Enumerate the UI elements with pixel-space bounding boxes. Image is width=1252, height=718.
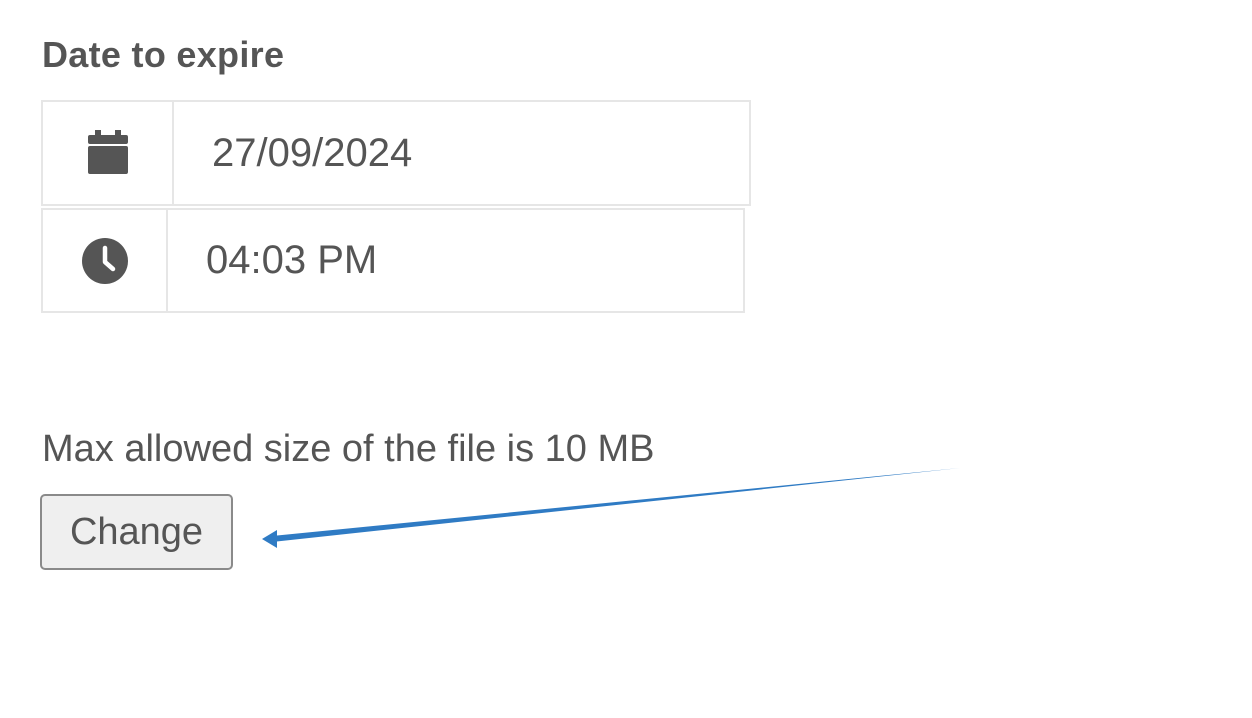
annotation-arrow — [262, 468, 960, 548]
arrow-shaft — [272, 468, 960, 542]
arrow-head — [262, 530, 277, 548]
